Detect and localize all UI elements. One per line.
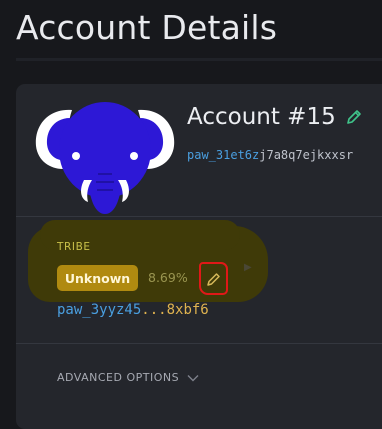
card-divider [16, 216, 382, 217]
edit-account-name-button[interactable] [345, 108, 363, 126]
advanced-options-label: ADVANCED OPTIONS [57, 371, 180, 384]
tribe-address-start: paw_3yyz45 [57, 302, 142, 318]
tribe-address-end: 8xbf6 [166, 302, 209, 318]
edit-tribe-button[interactable] [199, 262, 228, 295]
card-divider-2 [16, 343, 382, 344]
tribe-arrow-icon: ▶ [244, 262, 252, 273]
header-divider [16, 58, 382, 61]
pencil-icon [206, 272, 220, 286]
advanced-options-toggle[interactable]: ADVANCED OPTIONS [57, 371, 199, 384]
tribe-label: TRIBE [57, 241, 91, 253]
address-rest: j7a8q7ejkxxsr [259, 148, 354, 162]
address-highlight: paw_31et6z [187, 148, 260, 162]
tribe-address[interactable]: paw_3yyz45...8xbf6 [57, 302, 209, 318]
tribe-percent: 8.69% [148, 270, 188, 285]
tribe-address-ellipsis: ... [141, 302, 167, 318]
pencil-icon [347, 110, 361, 124]
chevron-down-icon [187, 374, 199, 381]
account-name: Account #15 [187, 104, 336, 130]
tribe-status-badge: Unknown [57, 265, 138, 291]
account-address[interactable]: paw_31et6zj7a8q7ejkxxsr [187, 148, 353, 162]
elephant-avatar [30, 96, 180, 220]
page-title: Account Details [16, 8, 278, 47]
